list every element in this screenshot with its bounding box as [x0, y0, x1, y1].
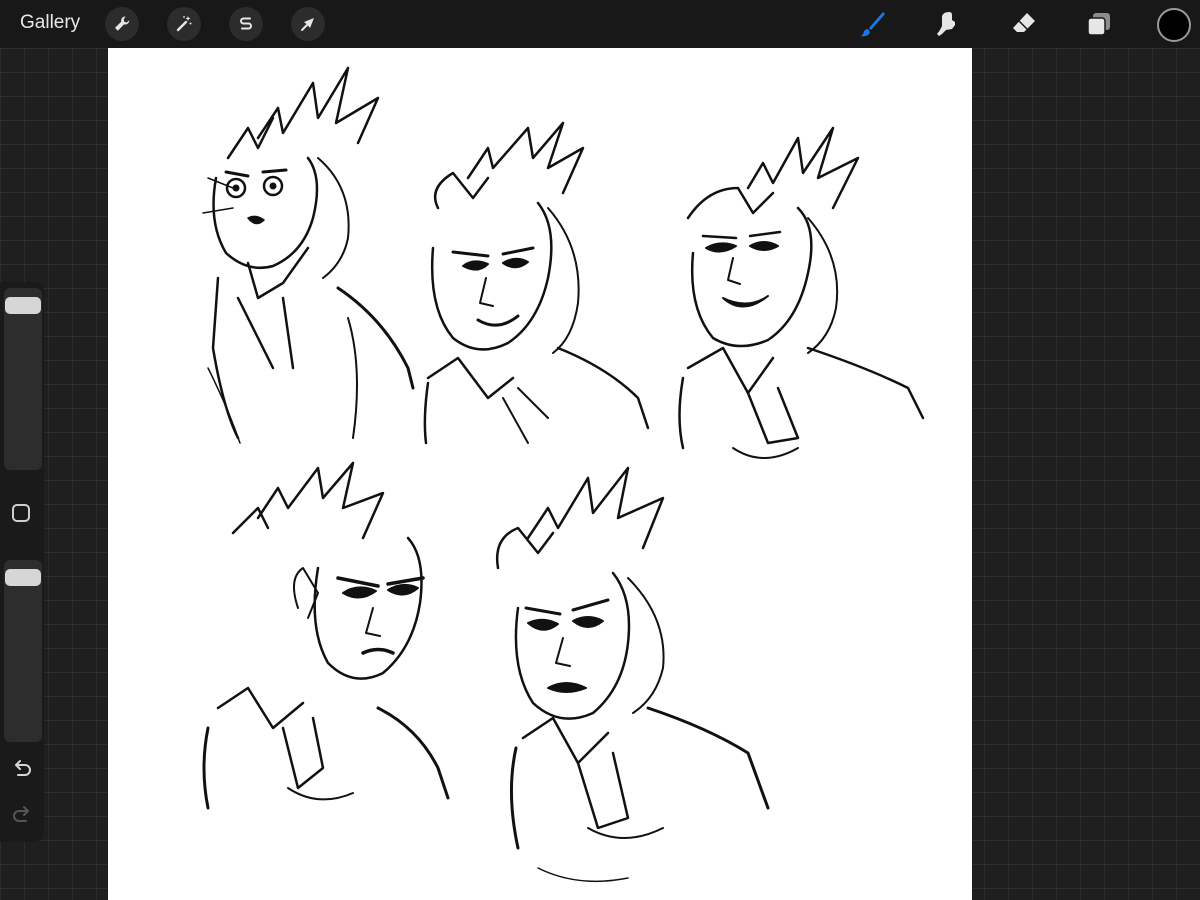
eraser-icon [1013, 13, 1035, 32]
sketch-head-4 [202, 461, 450, 810]
left-sidebar [0, 282, 44, 842]
actions-button[interactable] [105, 7, 139, 41]
eraser-tool-button[interactable] [1006, 6, 1042, 42]
transform-button[interactable] [291, 7, 325, 41]
sketch-head-3 [678, 126, 925, 459]
sketch-head-2 [423, 121, 650, 445]
smudge-icon [937, 12, 955, 36]
brush-icon [860, 12, 885, 37]
wrench-icon [115, 16, 130, 31]
opacity-slider[interactable] [4, 560, 42, 742]
gallery-button[interactable]: Gallery [20, 12, 80, 34]
layers-button[interactable] [1081, 6, 1117, 42]
smudge-tool-button[interactable] [928, 6, 964, 42]
brush-size-thumb[interactable] [5, 296, 41, 314]
opacity-thumb[interactable] [5, 568, 41, 586]
sketch-head-5 [495, 466, 770, 883]
brush-tool-button[interactable] [854, 6, 890, 42]
adjustments-button[interactable] [167, 7, 201, 41]
top-toolbar: Gallery [0, 0, 1200, 48]
layers-icon [1087, 13, 1110, 36]
transform-arrow-icon [301, 18, 314, 31]
selection-s-icon [240, 17, 252, 30]
color-picker-button[interactable] [1157, 8, 1191, 42]
sketch-head-1 [202, 66, 415, 444]
drawing-canvas[interactable] [108, 48, 972, 900]
magic-wand-icon [176, 16, 192, 32]
selection-button[interactable] [229, 7, 263, 41]
brush-size-slider[interactable] [4, 288, 42, 470]
undo-icon[interactable] [11, 758, 33, 780]
modify-button[interactable] [12, 504, 30, 522]
redo-icon[interactable] [11, 804, 33, 826]
